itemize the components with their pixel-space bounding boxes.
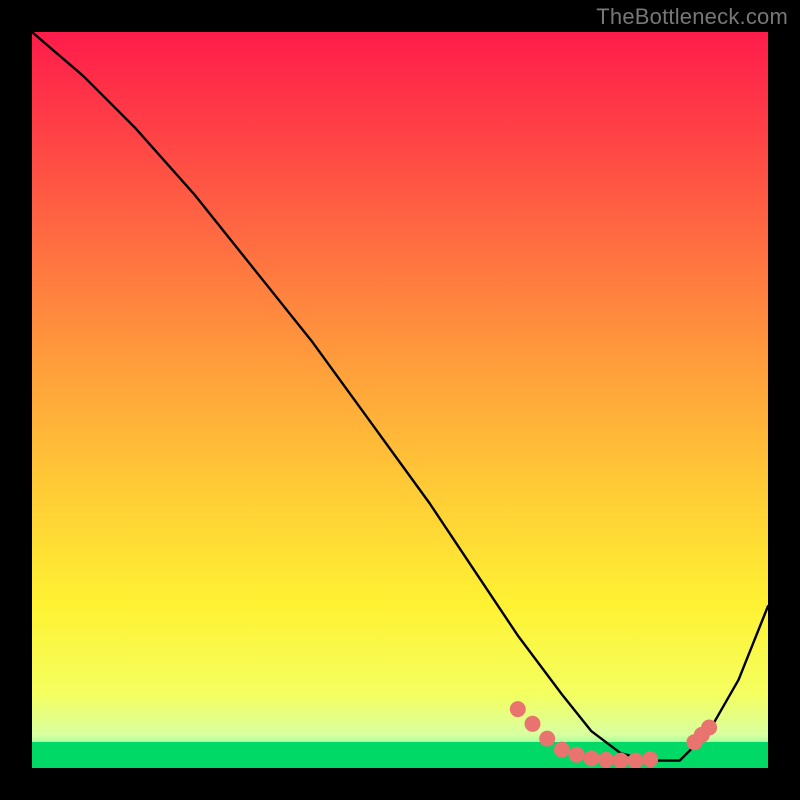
marker-dots	[510, 701, 717, 768]
watermark-text: TheBottleneck.com	[596, 4, 788, 30]
bottleneck-curve	[32, 32, 768, 761]
marker-dot	[642, 751, 658, 767]
marker-dot	[701, 720, 717, 736]
marker-dot	[613, 753, 629, 768]
marker-dot	[525, 716, 541, 732]
plot-area	[32, 32, 768, 768]
marker-dot	[583, 750, 599, 766]
marker-dot	[554, 742, 570, 758]
marker-dot	[598, 752, 614, 768]
marker-dot	[510, 701, 526, 717]
marker-dot	[539, 731, 555, 747]
marker-dot	[628, 753, 644, 768]
chart-root: TheBottleneck.com	[0, 0, 800, 800]
marker-dot	[569, 747, 585, 763]
curve-layer	[32, 32, 768, 768]
